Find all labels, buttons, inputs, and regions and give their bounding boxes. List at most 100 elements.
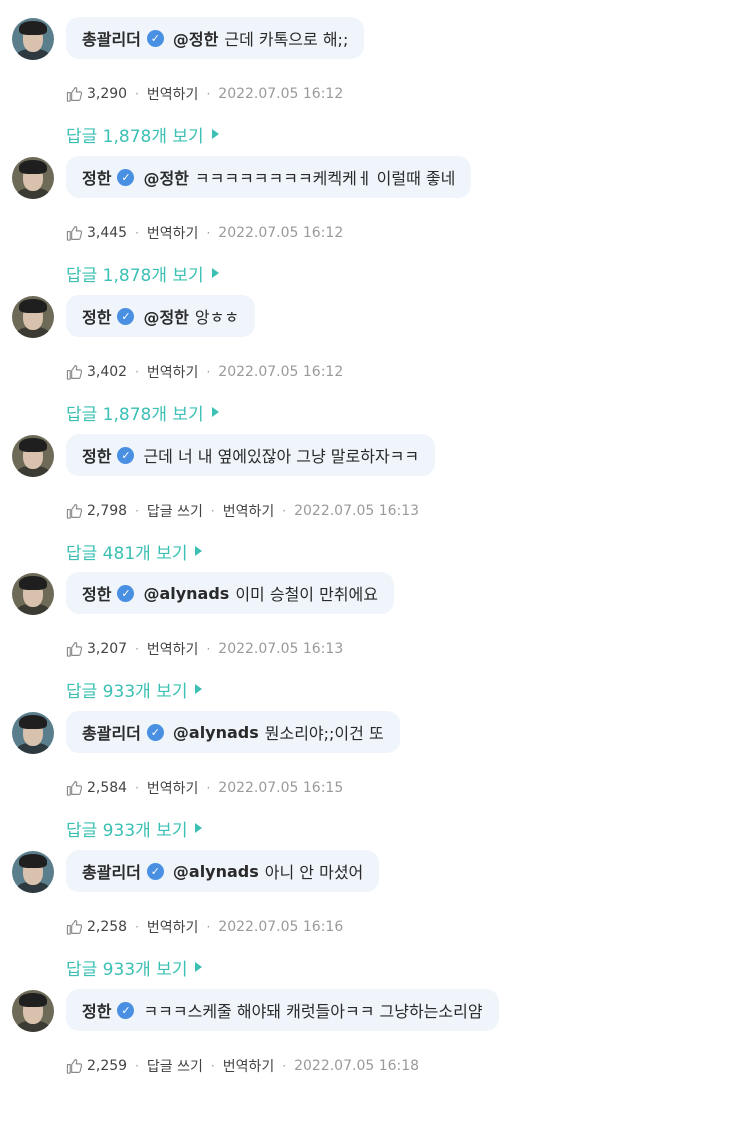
timestamp: 2022.07.05 16:13 <box>218 641 344 657</box>
replies-label: 답글 1,878개 보기 <box>66 265 204 286</box>
triangle-right-icon <box>211 129 219 139</box>
like-count: 3,402 <box>87 364 128 380</box>
separator-dot: · <box>135 226 139 240</box>
translate-button[interactable]: 번역하기 <box>147 84 199 104</box>
author-name[interactable]: 정한 <box>82 998 111 1022</box>
like-count: 2,798 <box>87 503 128 519</box>
timestamp: 2022.07.05 16:18 <box>294 1058 420 1074</box>
avatar[interactable] <box>12 851 54 893</box>
translate-button[interactable]: 번역하기 <box>147 362 199 382</box>
triangle-right-icon <box>195 962 203 972</box>
translate-button[interactable]: 번역하기 <box>223 501 275 521</box>
author-name[interactable]: 정한 <box>82 443 111 467</box>
like-count: 3,290 <box>87 86 128 102</box>
avatar[interactable] <box>12 296 54 338</box>
author-name[interactable]: 총괄리더 <box>82 720 141 744</box>
timestamp: 2022.07.05 16:12 <box>218 86 344 102</box>
avatar[interactable] <box>12 18 54 60</box>
timestamp: 2022.07.05 16:15 <box>218 780 344 796</box>
view-replies-link[interactable]: 답글 1,878개 보기 <box>66 399 219 425</box>
verified-check-icon: ✓ <box>117 307 135 325</box>
mention[interactable]: @정한 <box>143 304 188 328</box>
thumbs-up-icon[interactable] <box>66 919 83 935</box>
comment-item: 총괄리더 ✓ @alynads 뭔소리야;;이건 또 2,584 · 번역하기 ·… <box>0 711 744 851</box>
replies-label: 답글 1,878개 보기 <box>66 404 204 425</box>
thumbs-up-icon[interactable] <box>66 86 83 102</box>
translate-button[interactable]: 번역하기 <box>147 778 199 798</box>
comment-item: 총괄리더 ✓ @alynads 아니 안 마셨어 2,258 · 번역하기 · 2… <box>0 850 744 990</box>
view-replies-link[interactable]: 답글 1,878개 보기 <box>66 121 219 147</box>
comment-text: 근데 너 내 옆에있잖아 그냥 말로하자ㅋㅋ <box>143 447 420 466</box>
author-name[interactable]: 정한 <box>82 581 111 605</box>
timestamp: 2022.07.05 16:16 <box>218 919 344 935</box>
thumbs-up-icon[interactable] <box>66 1058 83 1074</box>
avatar[interactable] <box>12 435 54 477</box>
like-count: 3,207 <box>87 641 128 657</box>
translate-button[interactable]: 번역하기 <box>147 639 199 659</box>
timestamp: 2022.07.05 16:12 <box>218 225 344 241</box>
comment-item: 정한 ✓ @alynads 이미 승철이 만취에요 3,207 · 번역하기 · … <box>0 572 744 712</box>
author-name[interactable]: 정한 <box>82 165 111 189</box>
comment-text: 아니 안 마셨어 <box>264 863 364 882</box>
view-replies-link[interactable]: 답글 933개 보기 <box>66 676 203 702</box>
comment-text: ㅋㅋㅋ스케줄 해야돼 캐럿들아ㅋㅋ 그냥하는소리얌 <box>143 1002 483 1021</box>
comment-text: 이미 승철이 만취에요 <box>235 585 378 604</box>
avatar[interactable] <box>12 990 54 1032</box>
comment-bubble: 정한 ✓ 근데 너 내 옆에있잖아 그냥 말로하자ㅋㅋ <box>66 434 436 476</box>
view-replies-link[interactable]: 답글 933개 보기 <box>66 815 203 841</box>
write-reply-button[interactable]: 답글 쓰기 <box>147 1056 203 1076</box>
separator-dot: · <box>210 1059 215 1073</box>
separator-dot: · <box>206 365 211 379</box>
triangle-right-icon <box>195 546 203 556</box>
comment-item: 정한 ✓ @정한 앙ㅎㅎ 3,402 · 번역하기 · 2022.07.05 16… <box>0 295 744 435</box>
verified-check-icon: ✓ <box>146 723 164 741</box>
comment-meta: 3,290 · 번역하기 · 2022.07.05 16:12 <box>66 84 343 104</box>
verified-check-icon: ✓ <box>146 862 164 880</box>
comment-meta: 3,207 · 번역하기 · 2022.07.05 16:13 <box>66 639 343 659</box>
separator-dot: · <box>206 87 211 101</box>
translate-button[interactable]: 번역하기 <box>147 223 199 243</box>
thumbs-up-icon[interactable] <box>66 225 83 241</box>
verified-check-icon: ✓ <box>117 446 135 464</box>
view-replies-link[interactable]: 답글 481개 보기 <box>66 538 203 564</box>
view-replies-link[interactable]: 답글 1,878개 보기 <box>66 260 219 286</box>
comment-bubble: 정한 ✓ @정한 ㅋㅋㅋㅋㅋㅋㅋㅋ케켁케ㅔ 이럴때 좋네 <box>66 156 472 198</box>
comment-meta: 2,584 · 번역하기 · 2022.07.05 16:15 <box>66 778 343 798</box>
separator-dot: · <box>135 365 139 379</box>
separator-dot: · <box>282 1059 287 1073</box>
comment-feed: 총괄리더 ✓ @정한 근데 카톡으로 해;; 3,290 · 번역하기 · 202… <box>0 0 744 1077</box>
separator-dot: · <box>210 504 215 518</box>
thumbs-up-icon[interactable] <box>66 503 83 519</box>
author-name[interactable]: 총괄리더 <box>82 859 141 883</box>
mention[interactable]: @정한 <box>143 165 188 189</box>
translate-button[interactable]: 번역하기 <box>223 1056 275 1076</box>
thumbs-up-icon[interactable] <box>66 641 83 657</box>
mention[interactable]: @alynads <box>143 584 229 603</box>
triangle-right-icon <box>195 684 203 694</box>
separator-dot: · <box>282 504 287 518</box>
view-replies-link[interactable]: 답글 933개 보기 <box>66 954 203 980</box>
replies-label: 답글 933개 보기 <box>66 681 188 702</box>
thumbs-up-icon[interactable] <box>66 780 83 796</box>
comment-text: ㅋㅋㅋㅋㅋㅋㅋㅋ케켁케ㅔ 이럴때 좋네 <box>194 169 456 188</box>
avatar[interactable] <box>12 712 54 754</box>
translate-button[interactable]: 번역하기 <box>147 917 199 937</box>
replies-label: 답글 933개 보기 <box>66 820 188 841</box>
write-reply-button[interactable]: 답글 쓰기 <box>147 501 203 521</box>
author-name[interactable]: 정한 <box>82 304 111 328</box>
avatar[interactable] <box>12 573 54 615</box>
verified-check-icon: ✓ <box>146 29 164 47</box>
triangle-right-icon <box>211 268 219 278</box>
avatar[interactable] <box>12 157 54 199</box>
triangle-right-icon <box>211 407 219 417</box>
mention[interactable]: @alynads <box>173 862 259 881</box>
comment-meta: 3,402 · 번역하기 · 2022.07.05 16:12 <box>66 362 343 382</box>
thumbs-up-icon[interactable] <box>66 364 83 380</box>
separator-dot: · <box>135 504 139 518</box>
author-name[interactable]: 총괄리더 <box>82 26 141 50</box>
comment-meta: 2,259 · 답글 쓰기 · 번역하기 · 2022.07.05 16:18 <box>66 1056 419 1076</box>
mention[interactable]: @정한 <box>173 26 218 50</box>
verified-check-icon: ✓ <box>117 168 135 186</box>
separator-dot: · <box>206 226 211 240</box>
mention[interactable]: @alynads <box>173 723 259 742</box>
